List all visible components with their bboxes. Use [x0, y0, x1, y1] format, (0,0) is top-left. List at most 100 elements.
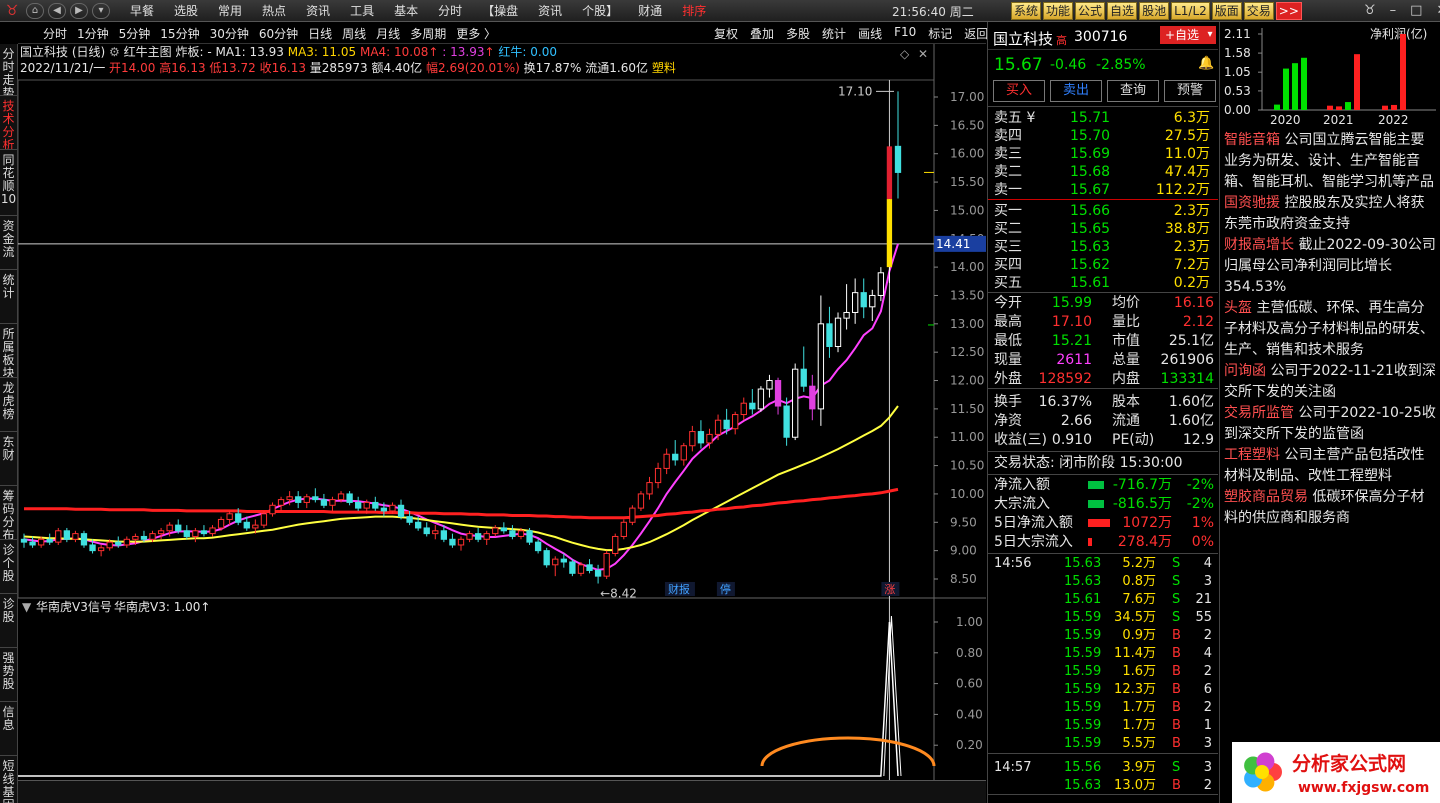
event-marker-0[interactable]: 财报	[668, 582, 690, 596]
concept-note-4[interactable]: 问询函 公司于2022-11-21收到深交所下发的关注函	[1224, 361, 1438, 403]
menu-item-9[interactable]: 资讯	[538, 2, 562, 19]
bids-row-1[interactable]: 买二 15.65 38.8万	[994, 220, 1214, 238]
period-tab-5[interactable]: 60分钟	[259, 25, 298, 42]
tool-button-6[interactable]: 版面	[1211, 2, 1242, 20]
concept-note-7[interactable]: 塑胶商品贸易 低碳环保高分子材料的供应商和服务商	[1224, 487, 1438, 529]
concept-tag[interactable]: 国资驰援	[1224, 195, 1280, 211]
event-marker-1[interactable]: 停	[720, 582, 731, 596]
left-tab-0[interactable]: 分时走势	[0, 44, 17, 96]
tool-button-0[interactable]: 系统	[1011, 2, 1042, 20]
left-tab-12[interactable]: 信息	[0, 702, 17, 756]
concept-tag[interactable]: 工程塑料	[1224, 447, 1280, 463]
concept-tag[interactable]: 问询函	[1224, 363, 1266, 379]
menu-item-5[interactable]: 工具	[350, 2, 374, 19]
tool-button-2[interactable]: 公式	[1075, 2, 1106, 20]
bids-row-3[interactable]: 买四 15.62 7.2万	[994, 256, 1214, 274]
left-tab-2[interactable]: 同花顺10	[0, 150, 17, 216]
concept-tag[interactable]: 塑胶商品贸易	[1224, 489, 1308, 505]
chart-tool-7[interactable]: 返回	[964, 25, 988, 42]
bids-row-2[interactable]: 买三 15.63 2.3万	[994, 238, 1214, 256]
menu-item-7[interactable]: 分时	[438, 2, 462, 19]
close-pane-icon[interactable]: ✕	[918, 47, 928, 61]
left-tab-3[interactable]: 资金流	[0, 216, 17, 270]
chart-tool-1[interactable]: 叠加	[750, 25, 774, 42]
period-tab-7[interactable]: 周线	[342, 25, 366, 42]
period-tab-1[interactable]: 1分钟	[77, 25, 109, 42]
chart-tool-5[interactable]: F10	[894, 25, 916, 42]
period-tab-10[interactable]: 更多 〉	[456, 25, 496, 42]
period-tab-0[interactable]: 分时	[43, 25, 67, 42]
minimize-icon[interactable]: –	[1390, 3, 1397, 18]
trade-button-1[interactable]: 卖出	[1050, 80, 1102, 102]
concept-note-0[interactable]: 智能音箱 公司国立腾云智能主要业务为研发、设计、生产智能音箱、智能耳机、智能学习…	[1224, 130, 1438, 193]
maximize-icon[interactable]: □	[1410, 3, 1422, 18]
diamond-icon[interactable]: ◇	[900, 47, 910, 61]
asks-row-2[interactable]: 卖三 15.69 11.0万	[994, 145, 1214, 163]
bids-row-0[interactable]: 买一 15.66 2.3万	[994, 202, 1214, 220]
period-tab-4[interactable]: 30分钟	[210, 25, 249, 42]
menu-item-2[interactable]: 常用	[218, 2, 242, 19]
event-marker-2[interactable]: 涨	[884, 583, 895, 596]
chart-tool-2[interactable]: 多股	[786, 25, 810, 42]
concept-tag[interactable]: 智能音箱	[1224, 132, 1280, 148]
back-icon[interactable]: ◀	[48, 2, 66, 19]
asks-row-1[interactable]: 卖四 15.70 27.5万	[994, 127, 1214, 145]
close-icon[interactable]: ✕	[1436, 3, 1440, 18]
left-tab-7[interactable]: 东财	[0, 432, 17, 486]
concept-note-6[interactable]: 工程塑料 公司主营产品包括改性材料及制品、改性工程塑料	[1224, 445, 1438, 487]
home-icon[interactable]: ⌂	[26, 2, 44, 19]
tool-button-1[interactable]: 功能	[1043, 2, 1074, 20]
chart-tool-3[interactable]: 统计	[822, 25, 846, 42]
concept-note-1[interactable]: 国资驰援 控股股东及实控人将获东莞市政府资金支持	[1224, 193, 1438, 235]
menu-item-1[interactable]: 选股	[174, 2, 198, 19]
forward-icon[interactable]: ▶	[70, 2, 88, 19]
menu-down-icon[interactable]: ▾	[92, 2, 110, 19]
tool-button-7[interactable]: 交易	[1243, 2, 1274, 20]
bids-row-4[interactable]: 买五 15.61 0.2万	[994, 274, 1214, 292]
left-tab-5[interactable]: 所属板块	[0, 324, 17, 378]
concept-tag[interactable]: 交易所监管	[1224, 405, 1294, 421]
menu-item-0[interactable]: 早餐	[130, 2, 154, 19]
skin-icon[interactable]: ♉	[1364, 3, 1376, 18]
tool-button-8[interactable]: >>	[1275, 2, 1302, 20]
left-tab-10[interactable]: 诊股	[0, 594, 17, 648]
left-tab-6[interactable]: 龙虎榜	[0, 378, 17, 432]
left-tab-11[interactable]: 强势股	[0, 648, 17, 702]
asks-row-0[interactable]: 卖五 ¥ 15.71 6.3万	[994, 109, 1214, 127]
menu-item-3[interactable]: 热点	[262, 2, 286, 19]
left-tab-9[interactable]: 诊个股	[0, 540, 17, 594]
chart-tool-6[interactable]: 标记	[928, 25, 952, 42]
sub-collapse-icon[interactable]: ▼	[22, 600, 32, 614]
add-watchlist-button[interactable]: +自选	[1160, 26, 1204, 44]
tool-button-3[interactable]: 自选	[1107, 2, 1138, 20]
asks-row-4[interactable]: 卖一 15.67 112.2万	[994, 181, 1214, 199]
concept-tag[interactable]: 财报高增长	[1224, 237, 1294, 253]
concept-note-5[interactable]: 交易所监管 公司于2022-10-25收到深交所下发的监管函	[1224, 403, 1438, 445]
menu-item-6[interactable]: 基本	[394, 2, 418, 19]
trade-button-2[interactable]: 查询	[1107, 80, 1159, 102]
trade-button-0[interactable]: 买入	[993, 80, 1045, 102]
period-tab-2[interactable]: 5分钟	[119, 25, 151, 42]
tool-button-5[interactable]: L1/L2	[1171, 2, 1210, 20]
menu-item-4[interactable]: 资讯	[306, 2, 330, 19]
menu-item-12[interactable]: 排序	[682, 2, 706, 19]
tool-button-4[interactable]: 股池	[1139, 2, 1170, 20]
menu-item-10[interactable]: 个股】	[582, 2, 618, 19]
left-tab-13[interactable]: 短线基因	[0, 756, 17, 803]
watchlist-dropdown-icon[interactable]: ▾	[1204, 26, 1216, 44]
concept-tag[interactable]: 头盔	[1224, 300, 1252, 316]
period-tab-3[interactable]: 15分钟	[160, 25, 199, 42]
concept-note-3[interactable]: 头盔 主营低碳、环保、再生高分子材料及高分子材料制品的研发、生产、销售和技术服务	[1224, 298, 1438, 361]
left-tab-1[interactable]: 技术分析	[0, 96, 17, 150]
period-tab-6[interactable]: 日线	[308, 25, 332, 42]
left-tab-8[interactable]: 筹码分布	[0, 486, 17, 540]
asks-row-3[interactable]: 卖二 15.68 47.4万	[994, 163, 1214, 181]
bell-icon[interactable]: 🔔	[1198, 56, 1214, 71]
chart-tool-4[interactable]: 画线	[858, 25, 882, 42]
left-tab-4[interactable]: 统计	[0, 270, 17, 324]
menu-item-8[interactable]: 【操盘	[482, 2, 518, 19]
trade-button-3[interactable]: 预警	[1164, 80, 1216, 102]
kline-chart[interactable]: 8.50 9.00 9.50 10.00 10.50 11.00 11.50 12.00 12.…	[18, 44, 986, 780]
chart-tool-0[interactable]: 复权	[714, 25, 738, 42]
period-tab-9[interactable]: 多周期	[410, 25, 446, 42]
